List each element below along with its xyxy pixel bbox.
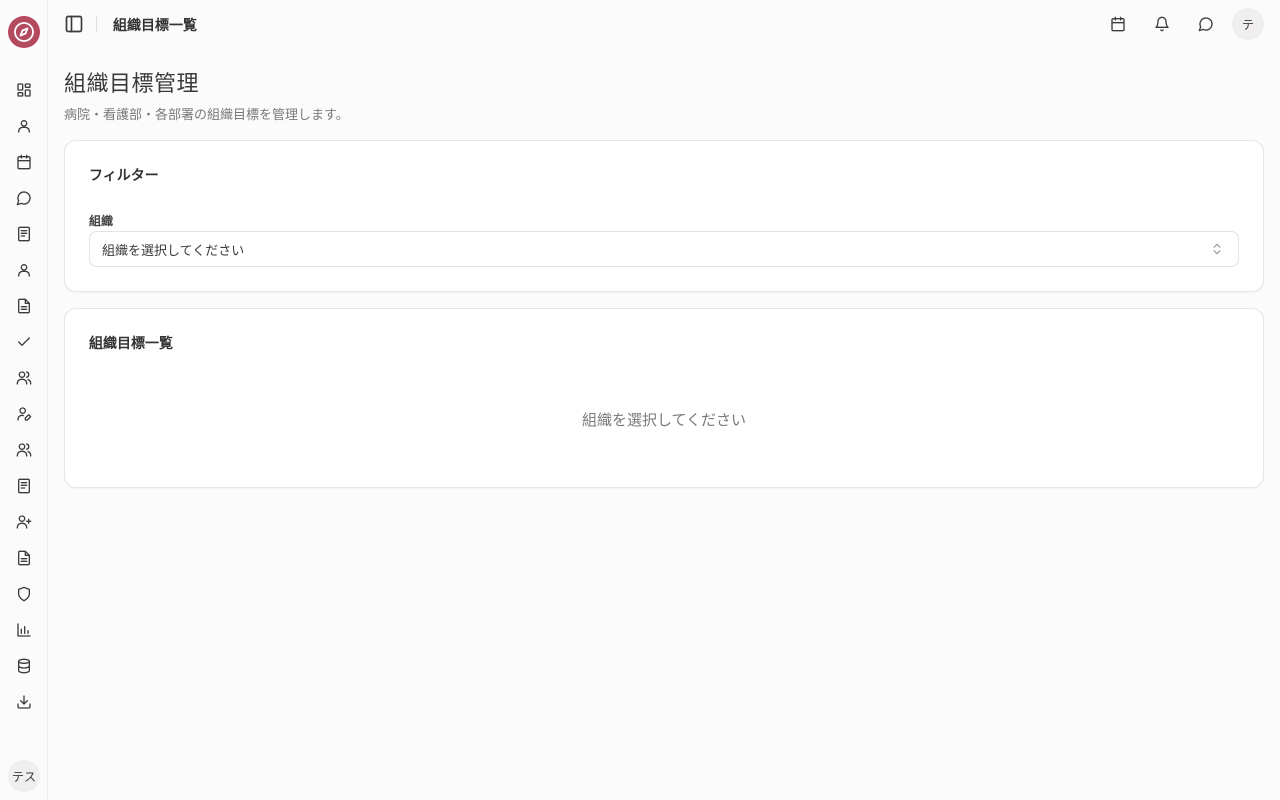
- users-icon: [16, 371, 32, 385]
- goals-list-card-title: 組織目標一覧: [89, 336, 173, 352]
- page-title: 組織目標管理: [64, 72, 200, 97]
- calendar-button[interactable]: [1106, 12, 1130, 36]
- notifications-button[interactable]: [1150, 12, 1174, 36]
- goals-list-card: 組織目標一覧 組織を選択してください: [64, 308, 1264, 488]
- user-icon: [18, 264, 30, 277]
- sidebar-item-dashboard[interactable]: [12, 78, 36, 102]
- filter-card: フィルター 組織 組織を選択してください: [64, 140, 1264, 292]
- filter-card-title: フィルター: [89, 168, 159, 184]
- sidebar-item-records[interactable]: [12, 474, 36, 498]
- panel-left-icon: [65, 15, 83, 33]
- top-header: 組織目標一覧 テ: [48, 0, 1280, 48]
- sidebar-item-documents[interactable]: [12, 294, 36, 318]
- sidebar-item-security[interactable]: [12, 582, 36, 606]
- sidebar-item-profile[interactable]: [12, 114, 36, 138]
- header-divider: [96, 16, 97, 32]
- sidebar-item-teams[interactable]: [12, 366, 36, 390]
- sidebar-item-reports[interactable]: [12, 546, 36, 570]
- sidebar-toggle-button[interactable]: [62, 12, 86, 36]
- notebook-icon: [18, 226, 30, 242]
- calendar-icon: [17, 154, 31, 170]
- shield-icon: [18, 586, 30, 602]
- sidebar-item-user-edit[interactable]: [12, 402, 36, 426]
- sidebar: テス: [0, 0, 48, 800]
- download-icon: [17, 695, 31, 709]
- bar-chart-icon: [17, 623, 31, 637]
- file-text-icon: [18, 298, 30, 314]
- calendar-icon: [1111, 16, 1125, 32]
- bell-icon: [1155, 16, 1169, 32]
- sidebar-item-download[interactable]: [12, 690, 36, 714]
- notebook-icon: [18, 478, 30, 494]
- users-icon: [16, 443, 32, 457]
- organization-label: 組織: [89, 214, 114, 228]
- sidebar-item-tasks[interactable]: [12, 330, 36, 354]
- header-title: 組織目標一覧: [113, 18, 197, 34]
- chevrons-up-down-icon: [1213, 243, 1221, 255]
- header-avatar[interactable]: テ: [1232, 8, 1264, 40]
- sidebar-item-add-user[interactable]: [12, 510, 36, 534]
- sidebar-item-messages[interactable]: [12, 186, 36, 210]
- message-icon: [1198, 17, 1213, 32]
- message-icon: [16, 191, 31, 206]
- sidebar-item-analytics[interactable]: [12, 618, 36, 642]
- database-icon: [18, 658, 30, 674]
- sidebar-item-calendar[interactable]: [12, 150, 36, 174]
- sidebar-item-notebook[interactable]: [12, 222, 36, 246]
- user-pen-icon: [17, 407, 32, 421]
- dashboard-grid-icon: [17, 83, 31, 97]
- empty-state-message: 組織を選択してください: [581, 411, 747, 429]
- header-avatar-text: テ: [1241, 17, 1254, 32]
- user-plus-icon: [16, 515, 32, 529]
- user-icon: [18, 120, 30, 133]
- file-text-icon: [18, 550, 30, 566]
- organization-select-value: 組織を選択してください: [102, 243, 245, 259]
- messages-button[interactable]: [1194, 12, 1218, 36]
- sidebar-item-staff[interactable]: [12, 258, 36, 282]
- page-subtitle: 病院・看護部・各部署の組織目標を管理します。: [64, 108, 349, 123]
- sidebar-item-database[interactable]: [12, 654, 36, 678]
- compass-logo-icon[interactable]: [8, 16, 40, 48]
- user-avatar-text: テス: [11, 769, 36, 784]
- organization-select[interactable]: 組織を選択してください: [89, 231, 1239, 267]
- sidebar-item-groups[interactable]: [12, 438, 36, 462]
- user-avatar[interactable]: テス: [8, 760, 40, 792]
- check-icon: [18, 337, 30, 346]
